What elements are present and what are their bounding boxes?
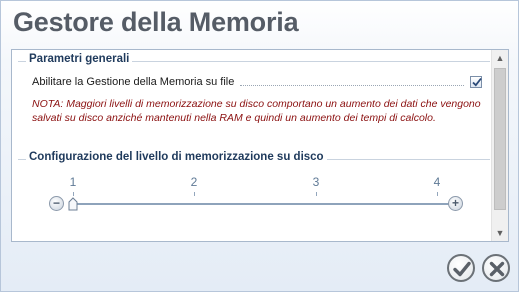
enable-memory-checkbox[interactable] bbox=[470, 76, 482, 88]
slider-thumb[interactable] bbox=[68, 197, 78, 211]
tick-label-2: 2 bbox=[190, 175, 198, 189]
memory-manager-dialog: Gestore della Memoria Parametri generali… bbox=[0, 0, 519, 292]
dialog-title: Gestore della Memoria bbox=[13, 7, 299, 37]
scrollbar-thumb[interactable] bbox=[494, 68, 506, 210]
general-parameters-group: Parametri generali Abilitare la Gestione… bbox=[18, 53, 490, 155]
scroll-down-icon[interactable]: ▼ bbox=[492, 225, 508, 241]
dotted-leader bbox=[240, 79, 464, 86]
checkmark-icon bbox=[453, 261, 471, 277]
settings-content: Parametri generali Abilitare la Gestione… bbox=[12, 50, 491, 241]
tick-label-1: 1 bbox=[69, 175, 77, 189]
tick-mark-2 bbox=[194, 192, 195, 196]
enable-memory-label: Abilitare la Gestione della Memoria su f… bbox=[32, 76, 235, 88]
memory-note: NOTA: Maggiori livelli di memorizzazione… bbox=[32, 98, 481, 124]
ok-button[interactable] bbox=[447, 254, 475, 282]
tick-label-3: 3 bbox=[312, 175, 320, 189]
vertical-scrollbar[interactable]: ▲ ▼ bbox=[491, 50, 508, 241]
checkmark-small-icon bbox=[472, 77, 482, 87]
scroll-up-icon[interactable]: ▲ bbox=[492, 50, 508, 66]
general-parameters-title: Parametri generali bbox=[26, 53, 133, 65]
x-icon bbox=[489, 261, 505, 277]
slider-track[interactable] bbox=[71, 203, 451, 205]
cancel-button[interactable] bbox=[482, 254, 510, 282]
disk-level-group: Configurazione del livello di memorizzaz… bbox=[18, 151, 490, 240]
enable-memory-row: Abilitare la Gestione della Memoria su f… bbox=[32, 75, 482, 89]
plus-icon[interactable]: + bbox=[448, 196, 463, 211]
tick-mark-3 bbox=[316, 192, 317, 196]
tick-label-4: 4 bbox=[433, 175, 441, 189]
minus-icon[interactable]: − bbox=[49, 196, 64, 211]
disk-level-slider[interactable]: 1 2 3 4 − + bbox=[18, 160, 490, 240]
settings-panel: Parametri generali Abilitare la Gestione… bbox=[11, 49, 509, 242]
tick-mark-1 bbox=[73, 192, 74, 196]
tick-mark-4 bbox=[437, 192, 438, 196]
